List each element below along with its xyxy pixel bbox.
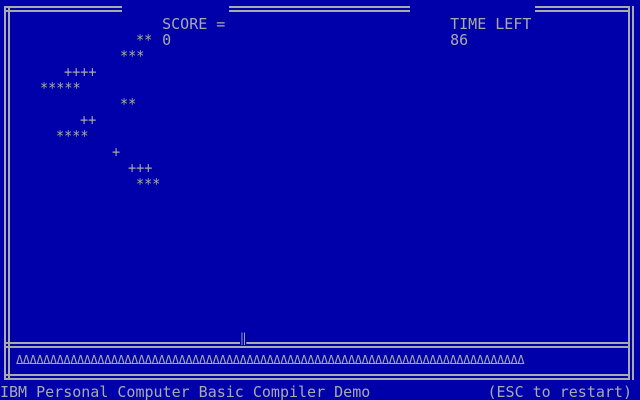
frame-right-border [628, 6, 634, 380]
falling-object: ++++ [64, 63, 97, 81]
player-marker[interactable]: ‖ [240, 332, 247, 344]
falling-object: ** [136, 31, 153, 49]
time-value: 86 [450, 31, 469, 49]
score-value: 0 [162, 31, 172, 49]
falling-object: *** [120, 47, 145, 65]
frame-left-border [4, 6, 10, 380]
score-label: SCORE = [162, 15, 226, 33]
falling-object: **** [56, 127, 89, 145]
falling-object: + [112, 143, 121, 161]
status-title: IBM Personal Computer Basic Compiler Dem… [0, 383, 371, 400]
falling-object: ** [120, 95, 137, 113]
ground-separator [4, 342, 628, 348]
falling-object: *** [136, 175, 161, 193]
ground-row: ΔΔΔΔΔΔΔΔΔΔΔΔΔΔΔΔΔΔΔΔΔΔΔΔΔΔΔΔΔΔΔΔΔΔΔΔΔΔΔΔ… [16, 353, 525, 367]
score-display: SCORE = 0 [122, 0, 230, 48]
falling-object: ***** [40, 79, 81, 97]
time-display: TIME LEFT 86 [410, 0, 536, 48]
frame-bottom-border [4, 374, 628, 380]
game-screen[interactable]: SCORE = 0 TIME LEFT 86 ** *** ++++ *****… [0, 0, 640, 400]
falling-object: ++ [80, 111, 97, 129]
falling-object: +++ [128, 159, 153, 177]
restart-hint: (ESC to restart) [487, 383, 633, 400]
